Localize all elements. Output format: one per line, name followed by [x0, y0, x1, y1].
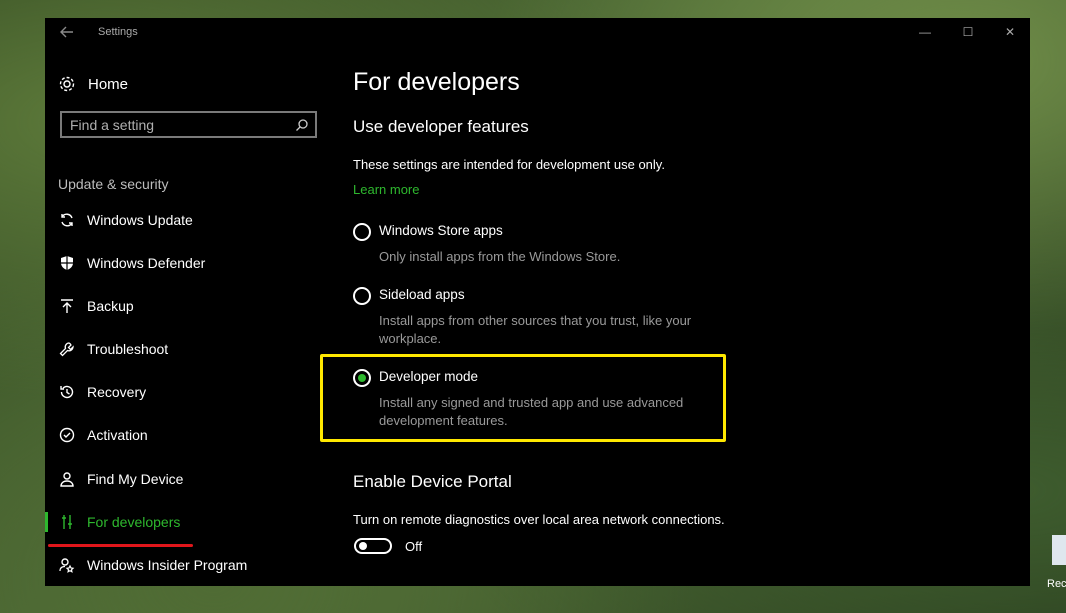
toggle-knob	[359, 542, 367, 550]
sidebar-item-troubleshoot[interactable]: Troubleshoot	[45, 334, 345, 364]
window-title: Settings	[98, 26, 138, 38]
home-nav[interactable]: Home	[58, 74, 128, 94]
sidebar-item-label: For developers	[87, 514, 181, 530]
gear-icon	[58, 75, 76, 93]
search-input[interactable]: Find a setting	[60, 111, 317, 138]
toggle-state-label: Off	[405, 539, 423, 554]
sidebar-item-label: Recovery	[87, 384, 147, 400]
developer-tools-icon	[59, 514, 75, 530]
wrench-icon	[59, 341, 75, 357]
sidebar-item-for-developers[interactable]: For developers	[45, 507, 345, 537]
option-label: Windows Store apps	[379, 223, 503, 238]
section-description: These settings are intended for developm…	[353, 157, 665, 172]
sidebar-item-windows-update[interactable]: Windows Update	[45, 205, 345, 235]
sync-icon	[59, 212, 75, 228]
close-button[interactable]: ✕	[1002, 24, 1018, 40]
settings-window: Settings — ☐ ✕ Home Find a setting Updat…	[45, 18, 1030, 586]
insider-person-icon	[59, 557, 75, 573]
sidebar-item-label: Windows Insider Program	[87, 557, 248, 573]
option-label: Sideload apps	[379, 287, 465, 302]
learn-more-link[interactable]: Learn more	[353, 182, 419, 197]
active-indicator	[45, 512, 48, 532]
device-portal-description: Turn on remote diagnostics over local ar…	[353, 512, 725, 527]
recycle-bin-icon[interactable]	[1052, 535, 1066, 565]
recycle-bin-label: Recy	[1047, 578, 1066, 590]
sidebar-item-label: Troubleshoot	[87, 341, 169, 357]
sidebar-item-recovery[interactable]: Recovery	[45, 377, 345, 407]
check-circle-icon	[59, 427, 75, 443]
device-portal-toggle[interactable]	[354, 538, 392, 554]
home-label: Home	[88, 75, 129, 93]
history-icon	[59, 384, 75, 400]
page-title: For developers	[353, 68, 520, 96]
back-arrow-icon[interactable]	[59, 24, 75, 40]
sidebar-item-activation[interactable]: Activation	[45, 420, 345, 450]
section-title-developer-features: Use developer features	[353, 117, 529, 136]
sidebar-item-label: Windows Defender	[87, 255, 206, 271]
minimize-button[interactable]: —	[917, 24, 933, 40]
sidebar-item-windows-insider-program[interactable]: Windows Insider Program	[45, 550, 345, 580]
group-label: Update & security	[58, 176, 169, 192]
search-icon[interactable]	[295, 118, 309, 132]
radio-button[interactable]	[353, 223, 371, 241]
radio-button[interactable]	[353, 287, 371, 305]
title-bar: Settings — ☐ ✕	[45, 18, 1030, 48]
sidebar-item-label: Windows Update	[87, 212, 193, 228]
search-placeholder: Find a setting	[70, 117, 155, 133]
option-description: Install apps from other sources that you…	[379, 313, 692, 346]
sidebar-item-label: Backup	[87, 298, 134, 314]
sidebar-item-find-my-device[interactable]: Find My Device	[45, 464, 345, 494]
person-pin-icon	[59, 471, 75, 487]
sidebar-item-windows-defender[interactable]: Windows Defender	[45, 248, 345, 278]
maximize-button[interactable]: ☐	[960, 24, 976, 40]
sidebar-item-label: Find My Device	[87, 471, 184, 487]
sidebar-item-label: Activation	[87, 427, 148, 443]
yellow-annotation-box	[320, 354, 726, 442]
red-annotation-underline	[48, 544, 193, 547]
section-title-device-portal: Enable Device Portal	[353, 472, 512, 491]
shield-icon	[59, 255, 75, 271]
sidebar-item-backup[interactable]: Backup	[45, 291, 345, 321]
option-description: Only install apps from the Windows Store…	[379, 249, 621, 264]
upload-arrow-icon	[59, 298, 75, 314]
